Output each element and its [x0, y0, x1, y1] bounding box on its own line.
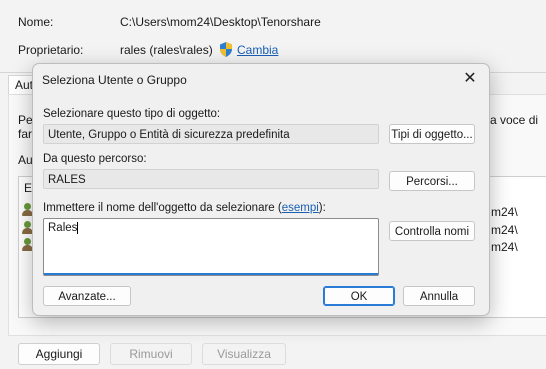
object-names-value: Rales: [48, 222, 78, 235]
description-text-left-2: far: [18, 127, 33, 141]
check-names-button[interactable]: Controlla nomi: [389, 221, 475, 241]
examples-link[interactable]: esempi: [282, 202, 319, 214]
name-label: Nome:: [18, 15, 54, 29]
dialog-title: Seleziona Utente o Gruppo: [42, 73, 187, 87]
location-field: RALES: [43, 169, 379, 189]
locations-button[interactable]: Percorsi...: [389, 171, 475, 191]
add-button[interactable]: Aggiungi: [18, 343, 100, 365]
enter-label-prefix: Immettere il nome dell'oggetto da selezi…: [43, 202, 282, 214]
ok-button[interactable]: OK: [323, 286, 395, 306]
object-type-label: Selezionare questo tipo di oggetto:: [43, 108, 221, 120]
description-text-right: a voce di: [490, 113, 539, 127]
description-text-left-1: Pe: [18, 113, 33, 127]
dialog-titlebar[interactable]: Seleziona Utente o Gruppo ✕: [33, 64, 489, 94]
remove-button[interactable]: Rimuovi: [110, 343, 192, 365]
object-names-input[interactable]: Rales: [43, 218, 379, 276]
text-cursor: [77, 222, 79, 234]
location-label: Da questo percorso:: [43, 153, 147, 165]
enter-label-suffix: ):: [318, 202, 326, 214]
select-user-or-group-dialog: Seleziona Utente o Gruppo ✕ Selezionare …: [32, 63, 490, 316]
object-type-field: Utente, Gruppo o Entità di sicurezza pre…: [43, 124, 379, 144]
close-icon[interactable]: ✕: [459, 68, 481, 90]
entries-label: Au: [18, 153, 33, 167]
owner-label: Proprietario:: [18, 43, 84, 57]
list-item[interactable]: m24\: [491, 223, 518, 237]
list-item[interactable]: m24\: [491, 240, 518, 254]
input-focus-underline: [44, 273, 378, 275]
cancel-button[interactable]: Annulla: [403, 286, 475, 306]
enter-object-names-label: Immettere il nome dell'oggetto da selezi…: [43, 202, 326, 214]
view-button[interactable]: Visualizza: [202, 343, 286, 365]
shield-icon: [220, 42, 232, 57]
owner-value: rales (rales\rales): [120, 43, 213, 57]
object-types-button[interactable]: Tipi di oggetto...: [389, 124, 475, 144]
change-owner-link[interactable]: Cambia: [237, 43, 278, 57]
name-value: C:\Users\mom24\Desktop\Tenorshare: [120, 15, 321, 29]
list-item[interactable]: m24\: [491, 205, 518, 219]
advanced-button[interactable]: Avanzate...: [43, 286, 131, 306]
